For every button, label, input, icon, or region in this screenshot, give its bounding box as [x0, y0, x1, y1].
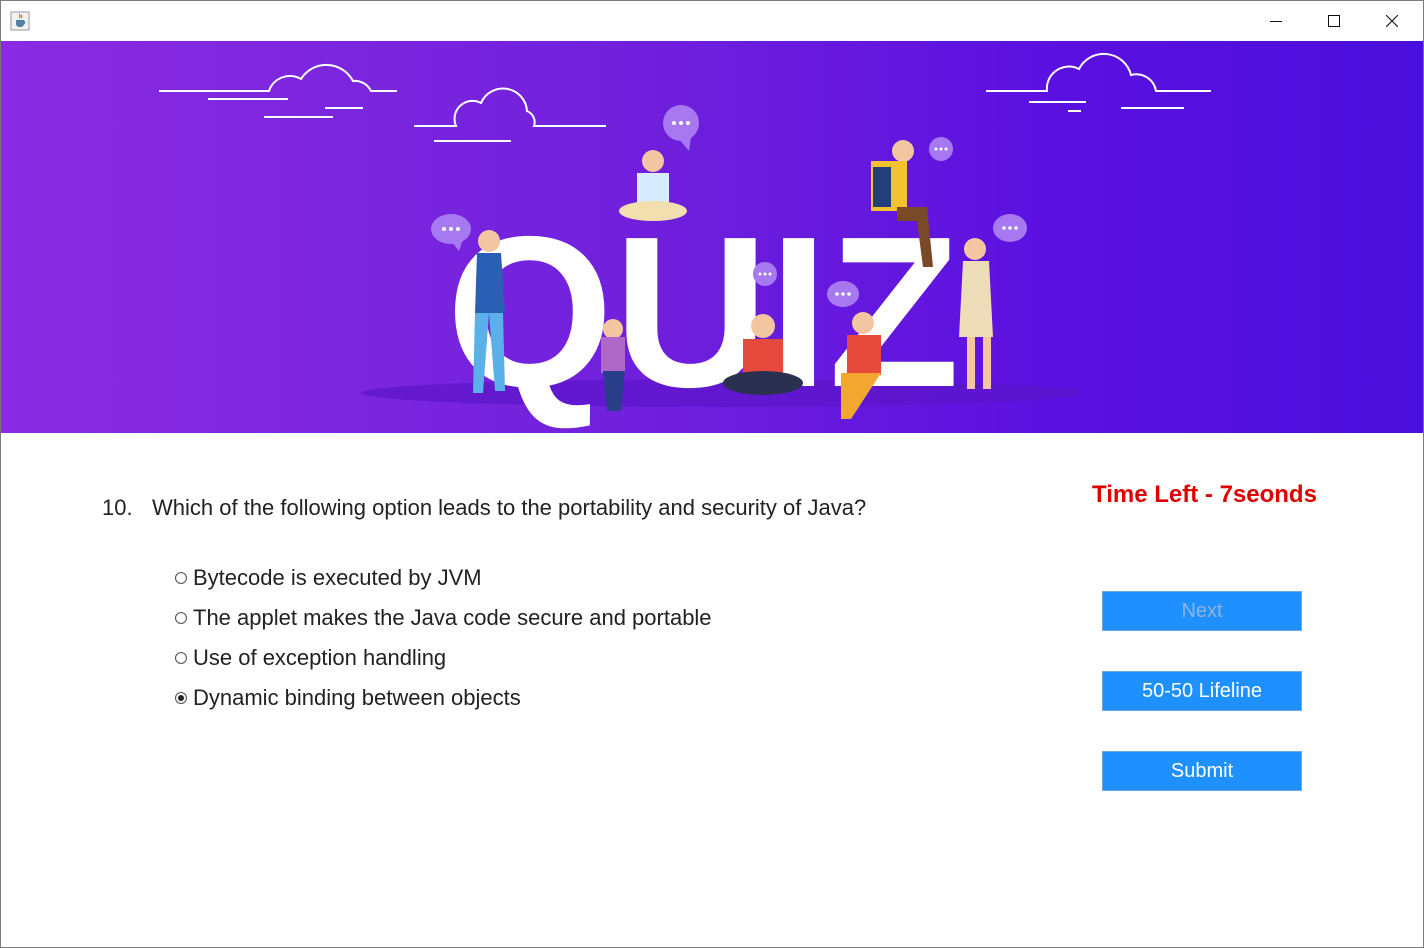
java-cup-icon[interactable] [10, 11, 30, 31]
quiz-title-graphic: QUIZ [446, 191, 960, 432]
submit-button[interactable]: Submit [1102, 751, 1302, 791]
option-1[interactable]: Bytecode is executed by JVM [175, 565, 482, 591]
option-2[interactable]: The applet makes the Java code secure an… [175, 605, 712, 631]
quiz-banner-image: QUIZ [1, 41, 1423, 433]
option-4[interactable]: Dynamic binding between objects [175, 685, 521, 711]
minimize-button[interactable] [1247, 1, 1305, 41]
option-label[interactable]: The applet makes the Java code secure an… [193, 605, 712, 631]
maximize-button[interactable] [1305, 1, 1363, 41]
next-button[interactable]: Next [1102, 591, 1302, 631]
radio-button-selected[interactable] [175, 692, 187, 704]
title-bar [1, 1, 1423, 41]
option-label[interactable]: Dynamic binding between objects [193, 685, 521, 711]
maximize-icon [1328, 15, 1340, 27]
option-label[interactable]: Use of exception handling [193, 645, 446, 671]
lifeline-button[interactable]: 50-50 Lifeline [1102, 671, 1302, 711]
quiz-illustration: QUIZ [159, 52, 1211, 432]
quiz-window: QUIZ 10. Which of the following option l… [0, 0, 1424, 948]
time-left-label: Time Left - 7seonds [1092, 481, 1317, 508]
close-icon [1386, 15, 1398, 27]
option-3[interactable]: Use of exception handling [175, 645, 446, 671]
question-number: 10. [102, 495, 133, 520]
close-button[interactable] [1363, 1, 1421, 41]
option-label[interactable]: Bytecode is executed by JVM [193, 565, 482, 591]
radio-button[interactable] [175, 652, 187, 664]
radio-button[interactable] [175, 612, 187, 624]
radio-button[interactable] [175, 572, 187, 584]
question-text: Which of the following option leads to t… [152, 495, 867, 520]
minimize-icon [1270, 21, 1282, 22]
